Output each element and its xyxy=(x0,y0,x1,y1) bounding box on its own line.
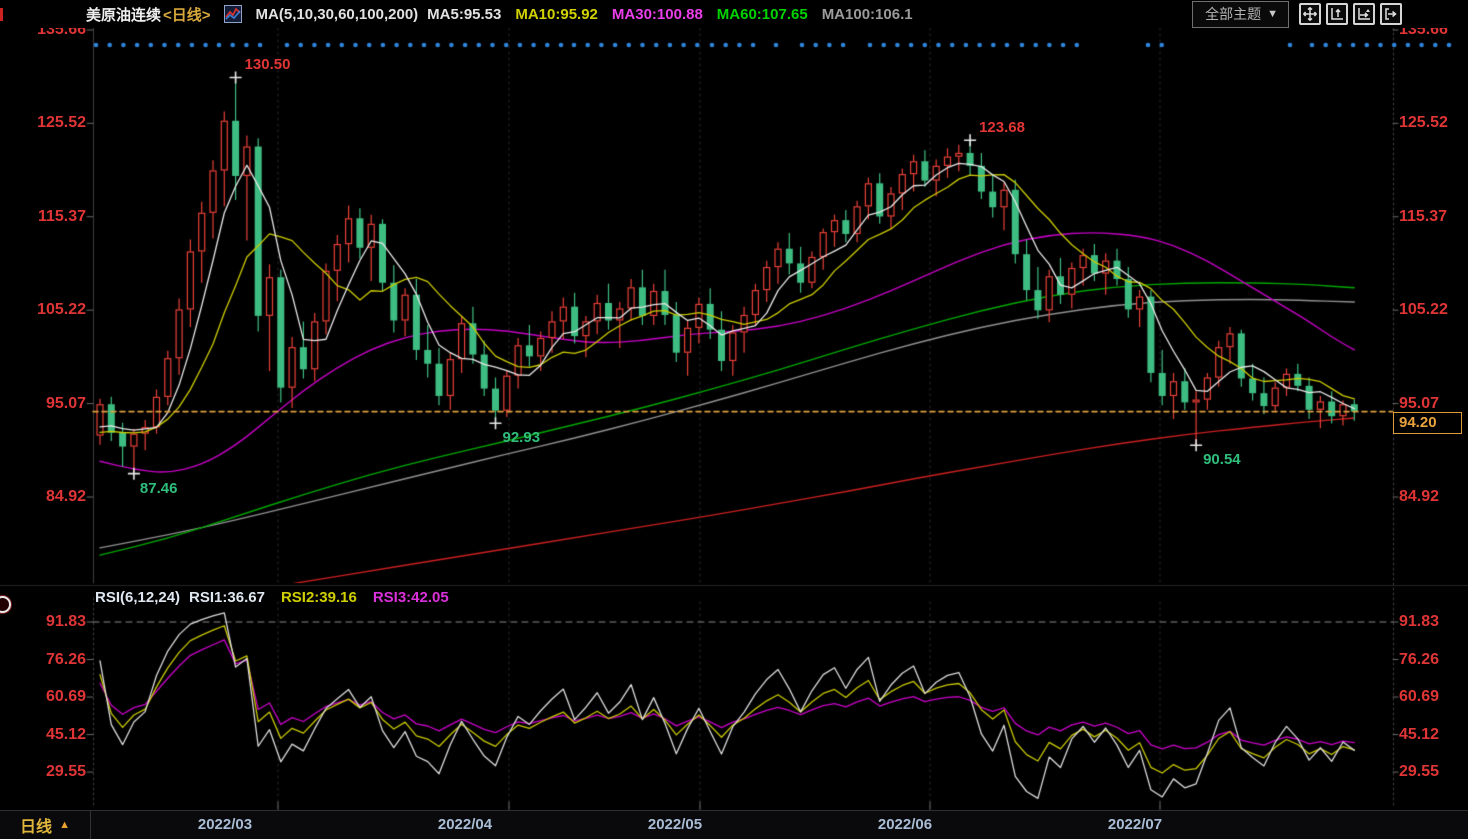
chart-style-icon[interactable] xyxy=(224,5,242,23)
ma100-value: MA100:106.1 xyxy=(822,6,913,23)
period-tag: <日线> xyxy=(163,4,211,25)
timeframe-tab-daily[interactable]: 日线 ▲ xyxy=(0,811,91,839)
date-axis-label: 2022/07 xyxy=(1090,811,1180,838)
symbol-title: 美原油连续 xyxy=(86,4,161,25)
x-axis-scale-button[interactable] xyxy=(1353,3,1375,25)
rsi1-value: RSI1:36.67 xyxy=(189,589,265,606)
theme-dropdown[interactable]: 全部主题 ▼ xyxy=(1192,1,1289,28)
pan-tool-button[interactable] xyxy=(1299,3,1321,25)
y-axis-scale-button[interactable] xyxy=(1326,3,1348,25)
ma5-value: MA5:95.53 xyxy=(427,6,501,23)
exit-right-arrow-icon xyxy=(1384,7,1398,21)
screen-edge-artifact xyxy=(0,8,3,21)
date-axis-label: 2022/06 xyxy=(860,811,950,838)
crosshair-move-icon xyxy=(1303,7,1317,21)
rsi3-value: RSI3:42.05 xyxy=(373,589,449,606)
rsi-params-label: RSI(6,12,24) xyxy=(95,589,180,606)
ma10-value: MA10:95.92 xyxy=(515,6,598,23)
timeframe-label: 日线 xyxy=(20,813,52,837)
chart-header: 美原油连续 <日线> MA(5,10,30,60,100,200) MA5:95… xyxy=(0,0,1468,28)
go-to-latest-button[interactable] xyxy=(1380,3,1402,25)
theme-dropdown-label: 全部主题 xyxy=(1205,4,1261,24)
chart-canvas[interactable] xyxy=(0,0,1468,838)
ma60-value: MA60:107.65 xyxy=(717,6,808,23)
ma-params-label: MA(5,10,30,60,100,200) xyxy=(256,6,419,23)
axis-right-arrow-icon xyxy=(1357,7,1371,21)
axis-up-arrow-icon xyxy=(1330,7,1344,21)
rsi2-value: RSI2:39.16 xyxy=(281,589,357,606)
date-axis-label: 2022/05 xyxy=(630,811,720,838)
current-price-badge: 94.20 xyxy=(1393,412,1462,434)
date-axis-label: 2022/03 xyxy=(180,811,270,838)
time-axis-bar: 日线 ▲ 2022/03 2022/04 2022/05 2022/06 2022/07 xyxy=(0,810,1468,839)
chevron-down-icon: ▼ xyxy=(1267,8,1278,20)
chart-toolbar xyxy=(1299,3,1402,25)
date-axis-label: 2022/04 xyxy=(420,811,510,838)
triangle-up-icon: ▲ xyxy=(59,819,70,831)
rsi-indicator-header: RSI(6,12,24) RSI1:36.67 RSI2:39.16 RSI3:… xyxy=(95,589,449,606)
ma30-value: MA30:100.88 xyxy=(612,6,703,23)
